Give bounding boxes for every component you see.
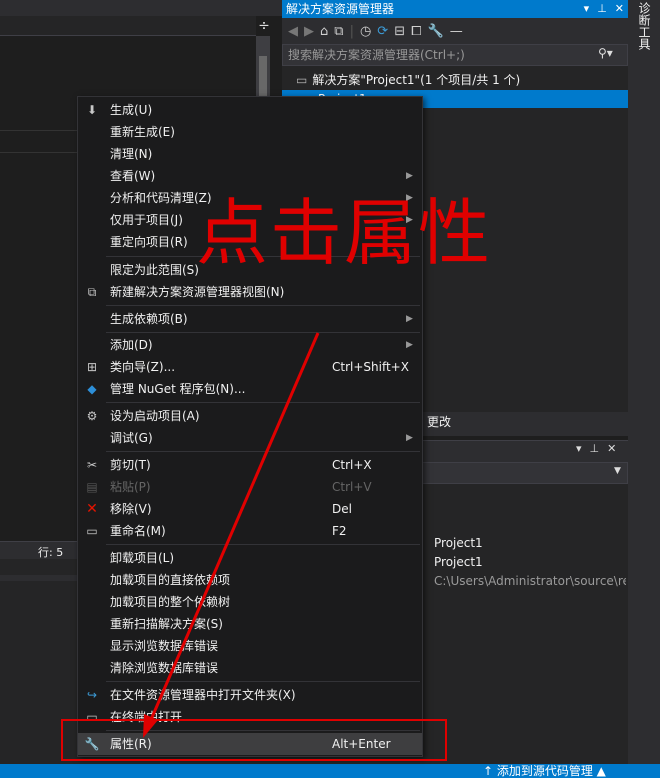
tab-diagnostic-tools[interactable]: 诊断工具 <box>636 2 653 50</box>
tree-item-solution[interactable]: ▭ 解决方案"Project1"(1 个项目/共 1 个) <box>296 71 520 88</box>
preview-icon[interactable]: — <box>450 24 463 39</box>
menu-item-class-wizard[interactable]: ⊞ 类向导(Z)... Ctrl+Shift+X <box>78 356 422 378</box>
collapse-all-icon[interactable]: ⊟ <box>394 24 405 39</box>
menu-item-open-in-explorer[interactable]: ↪ 在文件资源管理器中打开文件夹(X) <box>78 684 422 706</box>
separator: | <box>349 23 354 39</box>
properties-wrench-icon[interactable]: 🔧 <box>428 24 444 39</box>
menu-item-load-dep-tree[interactable]: 加载项目的整个依赖树 <box>78 591 422 613</box>
search-icon[interactable]: ⚲▾ <box>598 46 613 60</box>
show-all-files-icon[interactable]: ⧠ <box>411 24 421 39</box>
menu-separator <box>106 544 420 545</box>
annotation-text: 点击属性 <box>196 191 493 275</box>
solution-explorer-toolbar: ◀ ▶ ⌂ ⧉ | ◷ ⟳ ⊟ ⧠ 🔧 — <box>282 18 628 44</box>
menu-separator <box>106 332 420 333</box>
nuget-icon: ◆ <box>87 382 97 396</box>
menu-item-debug[interactable]: 调试(G) ▶ <box>78 427 422 449</box>
submenu-arrow-icon: ▶ <box>406 314 413 324</box>
menu-separator <box>106 402 420 403</box>
dropdown-icon[interactable]: ▾ <box>576 442 582 455</box>
solution-label: 解决方案"Project1"(1 个项目/共 1 个) <box>312 73 521 87</box>
menu-item-new-view[interactable]: ⧉ 新建解决方案资源管理器视图(N) <box>78 281 422 303</box>
rename-icon: ▭ <box>86 524 98 538</box>
menu-item-set-startup[interactable]: ⚙ 设为启动项目(A) <box>78 405 422 427</box>
wrench-icon: 🔧 <box>84 737 100 751</box>
menu-item-rebuild[interactable]: 重新生成(E) <box>78 121 422 143</box>
menu-item-view[interactable]: 查看(W) ▶ <box>78 165 422 187</box>
gear-icon: ⚙ <box>86 409 98 423</box>
submenu-arrow-icon: ▶ <box>406 340 413 350</box>
properties-title-buttons: ▾ ⊥ ✕ <box>576 442 616 455</box>
menu-item-properties[interactable]: 🔧 属性(R) Alt+Enter <box>78 733 422 755</box>
pin-icon[interactable]: ⊥ <box>597 0 607 18</box>
menu-item-cut[interactable]: ✂ 剪切(T) Ctrl+X <box>78 454 422 476</box>
menu-item-build-dependencies[interactable]: 生成依赖项(B) ▶ <box>78 308 422 330</box>
menu-item-load-direct-deps[interactable]: 加载项目的直接依赖项 <box>78 569 422 591</box>
menu-item-show-db-errors[interactable]: 显示浏览数据库错误 <box>78 635 422 657</box>
menu-item-unload[interactable]: 卸载项目(L) <box>78 547 422 569</box>
refresh-icon[interactable]: ⟳ <box>377 24 388 39</box>
menu-item-clean[interactable]: 清理(N) <box>78 143 422 165</box>
menu-item-build[interactable]: ⬇ 生成(U) <box>78 99 422 121</box>
close-icon[interactable]: ✕ <box>607 442 616 455</box>
tab-git-changes[interactable]: 更改 <box>427 413 451 431</box>
pending-changes-icon[interactable]: ◷ <box>360 24 371 39</box>
menu-separator <box>106 730 420 731</box>
menu-separator <box>106 451 420 452</box>
menu-item-remove[interactable]: ✕ 移除(V) Del <box>78 498 422 520</box>
terminal-icon: ▭ <box>86 710 98 724</box>
submenu-arrow-icon: ▶ <box>406 171 413 181</box>
solution-explorer-title-buttons: ▾ ⊥ ✕ <box>574 0 628 18</box>
dropdown-icon[interactable]: ▾ <box>584 0 590 18</box>
menu-separator <box>106 681 420 682</box>
menu-item-paste: ▤ 粘贴(P) Ctrl+V <box>78 476 422 498</box>
editor-top-strip <box>0 0 282 16</box>
property-value[interactable]: Project1 <box>434 536 483 550</box>
open-folder-arrow-icon: ↪ <box>86 688 98 702</box>
scissors-icon: ✂ <box>86 458 98 472</box>
forward-icon[interactable]: ▶ <box>304 24 314 39</box>
class-wizard-icon: ⊞ <box>86 360 98 374</box>
menu-item-clear-db-errors[interactable]: 清除浏览数据库错误 <box>78 657 422 679</box>
pin-icon[interactable]: ⊥ <box>590 442 600 455</box>
home-icon[interactable]: ⌂ <box>320 24 328 39</box>
solution-icon: ▭ <box>296 72 308 87</box>
new-view-icon: ⧉ <box>87 285 97 299</box>
menu-item-nuget[interactable]: ◆ 管理 NuGet 程序包(N)... <box>78 378 422 400</box>
remove-x-icon: ✕ <box>86 501 98 517</box>
solution-explorer-search-input[interactable]: 搜索解决方案资源管理器(Ctrl+;) <box>282 44 628 66</box>
menu-item-add[interactable]: 添加(D) ▶ <box>78 334 422 356</box>
side-tool-strip <box>628 0 660 764</box>
line-number-indicator: 行: 5 <box>38 546 64 559</box>
chevron-down-icon[interactable]: ▼ <box>614 466 621 476</box>
menu-item-rescan[interactable]: 重新扫描解决方案(S) <box>78 613 422 635</box>
switch-views-icon[interactable]: ⧉ <box>334 24 343 39</box>
menu-item-open-terminal[interactable]: ▭ 在终端中打开 <box>78 706 422 728</box>
close-icon[interactable]: ✕ <box>615 0 624 18</box>
property-value[interactable]: Project1 <box>434 555 483 569</box>
back-icon[interactable]: ◀ <box>288 24 298 39</box>
menu-separator <box>106 305 420 306</box>
split-editor-icon[interactable]: ÷ <box>256 16 272 36</box>
property-value[interactable]: C:\Users\Administrator\source\re <box>434 574 626 588</box>
add-to-source-control-button[interactable]: ↑ 添加到源代码管理 ▲ <box>483 764 606 778</box>
submenu-arrow-icon: ▶ <box>406 433 413 443</box>
vs-ide-window: ÷ 解决方案资源管理器 ▾ ⊥ ✕ ◀ ▶ ⌂ ⧉ | ◷ ⟳ ⊟ ⧠ 🔧 — … <box>0 0 660 778</box>
paste-icon: ▤ <box>86 480 98 494</box>
build-icon: ⬇ <box>86 103 98 117</box>
editor-tab-bar[interactable] <box>0 16 256 36</box>
menu-item-rename[interactable]: ▭ 重命名(M) F2 <box>78 520 422 542</box>
